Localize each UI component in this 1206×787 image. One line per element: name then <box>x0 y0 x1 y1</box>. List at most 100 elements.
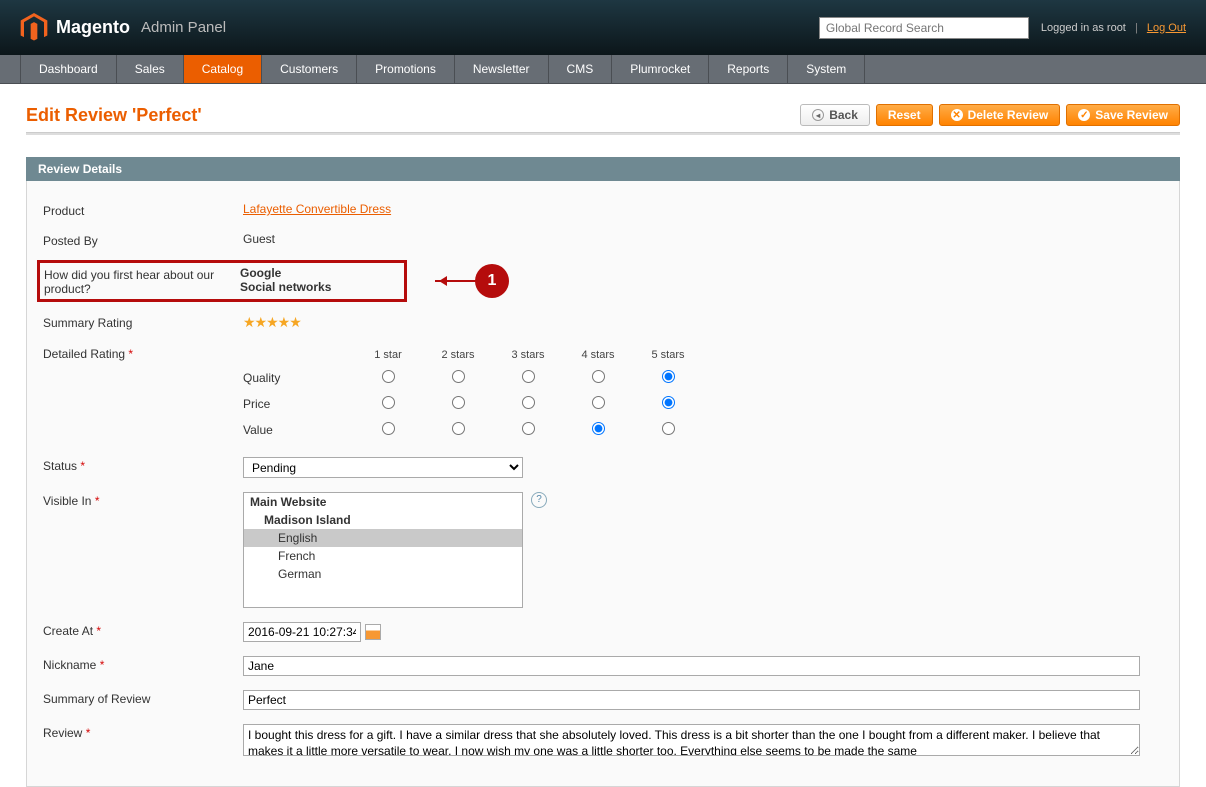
rating-header: 3 stars <box>493 345 563 365</box>
rating-radio[interactable] <box>452 396 465 409</box>
row-visible-in: Visible In * Main Website Madison Island… <box>43 485 1163 615</box>
rating-header: 5 stars <box>633 345 703 365</box>
nav-plumrocket[interactable]: Plumrocket <box>612 55 709 83</box>
callout-number: 1 <box>475 264 509 298</box>
rating-row: Quality <box>243 365 1163 391</box>
rating-radio[interactable] <box>662 370 675 383</box>
rating-table: 1 star2 stars3 stars4 stars5 stars Qualit… <box>243 345 1163 443</box>
rating-radio[interactable] <box>522 370 535 383</box>
summary-rating-label: Summary Rating <box>43 314 243 330</box>
status-select[interactable]: Pending <box>243 457 523 478</box>
nav-sales[interactable]: Sales <box>117 55 184 83</box>
hear-values: Google Social networks <box>240 266 400 296</box>
callout-pointer: 1 <box>435 264 509 298</box>
nav-newsletter[interactable]: Newsletter <box>455 55 549 83</box>
rating-radio[interactable] <box>382 422 395 435</box>
nav-catalog[interactable]: Catalog <box>184 55 262 83</box>
rating-header: 1 star <box>353 345 423 365</box>
page-head: Edit Review 'Perfect' ◂Back Reset ✕Delet… <box>26 84 1180 132</box>
summary-stars: ★★★★★ <box>243 314 1163 331</box>
row-summary-of-review: Summary of Review <box>43 683 1163 717</box>
logout-link[interactable]: Log Out <box>1147 22 1186 34</box>
page-content: Edit Review 'Perfect' ◂Back Reset ✕Delet… <box>0 84 1206 787</box>
rating-name: Quality <box>243 366 353 390</box>
list-item[interactable]: Madison Island <box>244 511 522 529</box>
list-item[interactable]: English <box>244 529 522 547</box>
rating-radio[interactable] <box>382 396 395 409</box>
list-item[interactable]: German <box>244 565 522 583</box>
delete-icon: ✕ <box>951 109 963 121</box>
visible-in-label: Visible In * <box>43 492 243 508</box>
reset-button[interactable]: Reset <box>876 104 933 126</box>
check-icon: ✓ <box>1078 109 1090 121</box>
row-product: Product Lafayette Convertible Dress <box>43 195 1163 225</box>
rating-name: Value <box>243 418 353 442</box>
rating-radio[interactable] <box>592 396 605 409</box>
back-button[interactable]: ◂Back <box>800 104 870 126</box>
nav-customers[interactable]: Customers <box>262 55 357 83</box>
status-label: Status * <box>43 457 243 473</box>
rating-radio[interactable] <box>382 370 395 383</box>
rating-radio[interactable] <box>522 422 535 435</box>
review-text-label: Review * <box>43 724 243 740</box>
product-link[interactable]: Lafayette Convertible Dress <box>243 202 391 216</box>
section-body: Product Lafayette Convertible Dress Post… <box>26 181 1180 787</box>
action-buttons: ◂Back Reset ✕Delete Review ✓Save Review <box>800 104 1180 126</box>
logo: Magento Admin Panel <box>20 13 226 43</box>
delete-review-button[interactable]: ✕Delete Review <box>939 104 1061 126</box>
row-hear-about: How did you first hear about our product… <box>43 255 1163 307</box>
posted-by-label: Posted By <box>43 232 243 248</box>
rating-row: Value <box>243 417 1163 443</box>
list-item[interactable]: French <box>244 547 522 565</box>
rating-radio[interactable] <box>662 422 675 435</box>
brand-sub: Admin Panel <box>141 19 226 36</box>
callout-highlight: How did you first hear about our product… <box>37 260 407 302</box>
save-review-button[interactable]: ✓Save Review <box>1066 104 1180 126</box>
row-detailed-rating: Detailed Rating * 1 star2 stars3 stars4 … <box>43 338 1163 450</box>
page-title: Edit Review 'Perfect' <box>26 105 202 126</box>
row-nickname: Nickname * <box>43 649 1163 683</box>
rating-radio[interactable] <box>662 396 675 409</box>
row-summary-rating: Summary Rating ★★★★★ <box>43 307 1163 338</box>
nav-cms[interactable]: CMS <box>549 55 613 83</box>
row-created-at: Create At * <box>43 615 1163 649</box>
detailed-rating-label: Detailed Rating * <box>43 345 243 361</box>
visible-in-listbox[interactable]: Main Website Madison Island English Fren… <box>243 492 523 608</box>
nav-dashboard[interactable]: Dashboard <box>20 55 117 83</box>
list-item[interactable]: Main Website <box>244 493 522 511</box>
rating-radio[interactable] <box>592 370 605 383</box>
section-header: Review Details <box>26 157 1180 181</box>
head-divider <box>26 132 1180 135</box>
calendar-icon[interactable] <box>365 624 381 640</box>
rating-radio[interactable] <box>452 422 465 435</box>
rating-header: 4 stars <box>563 345 633 365</box>
rating-radio[interactable] <box>592 422 605 435</box>
header-right: Logged in as root | Log Out <box>819 17 1186 39</box>
row-posted-by: Posted By Guest <box>43 225 1163 255</box>
brand-name: Magento <box>56 17 130 38</box>
posted-by-value: Guest <box>243 232 1163 246</box>
login-info: Logged in as root | Log Out <box>1041 22 1186 34</box>
summary-input[interactable] <box>243 690 1140 710</box>
created-at-input[interactable] <box>243 622 361 642</box>
nav-reports[interactable]: Reports <box>709 55 788 83</box>
arrow-icon <box>435 280 477 282</box>
rating-radio[interactable] <box>452 370 465 383</box>
admin-header: Magento Admin Panel Logged in as root | … <box>0 0 1206 55</box>
rating-row: Price <box>243 391 1163 417</box>
nav-system[interactable]: System <box>788 55 865 83</box>
logged-in-text: Logged in as root <box>1041 22 1126 34</box>
main-nav: DashboardSalesCatalogCustomersPromotions… <box>0 55 1206 84</box>
nickname-label: Nickname * <box>43 656 243 672</box>
row-review-text: Review * <box>43 717 1163 766</box>
rating-header: 2 stars <box>423 345 493 365</box>
row-status: Status * Pending <box>43 450 1163 485</box>
help-icon[interactable]: ? <box>531 492 547 508</box>
nav-promotions[interactable]: Promotions <box>357 55 455 83</box>
created-at-label: Create At * <box>43 622 243 638</box>
review-textarea[interactable] <box>243 724 1140 756</box>
nickname-input[interactable] <box>243 656 1140 676</box>
global-search-input[interactable] <box>819 17 1029 39</box>
rating-radio[interactable] <box>522 396 535 409</box>
magento-logo-icon <box>20 13 48 43</box>
